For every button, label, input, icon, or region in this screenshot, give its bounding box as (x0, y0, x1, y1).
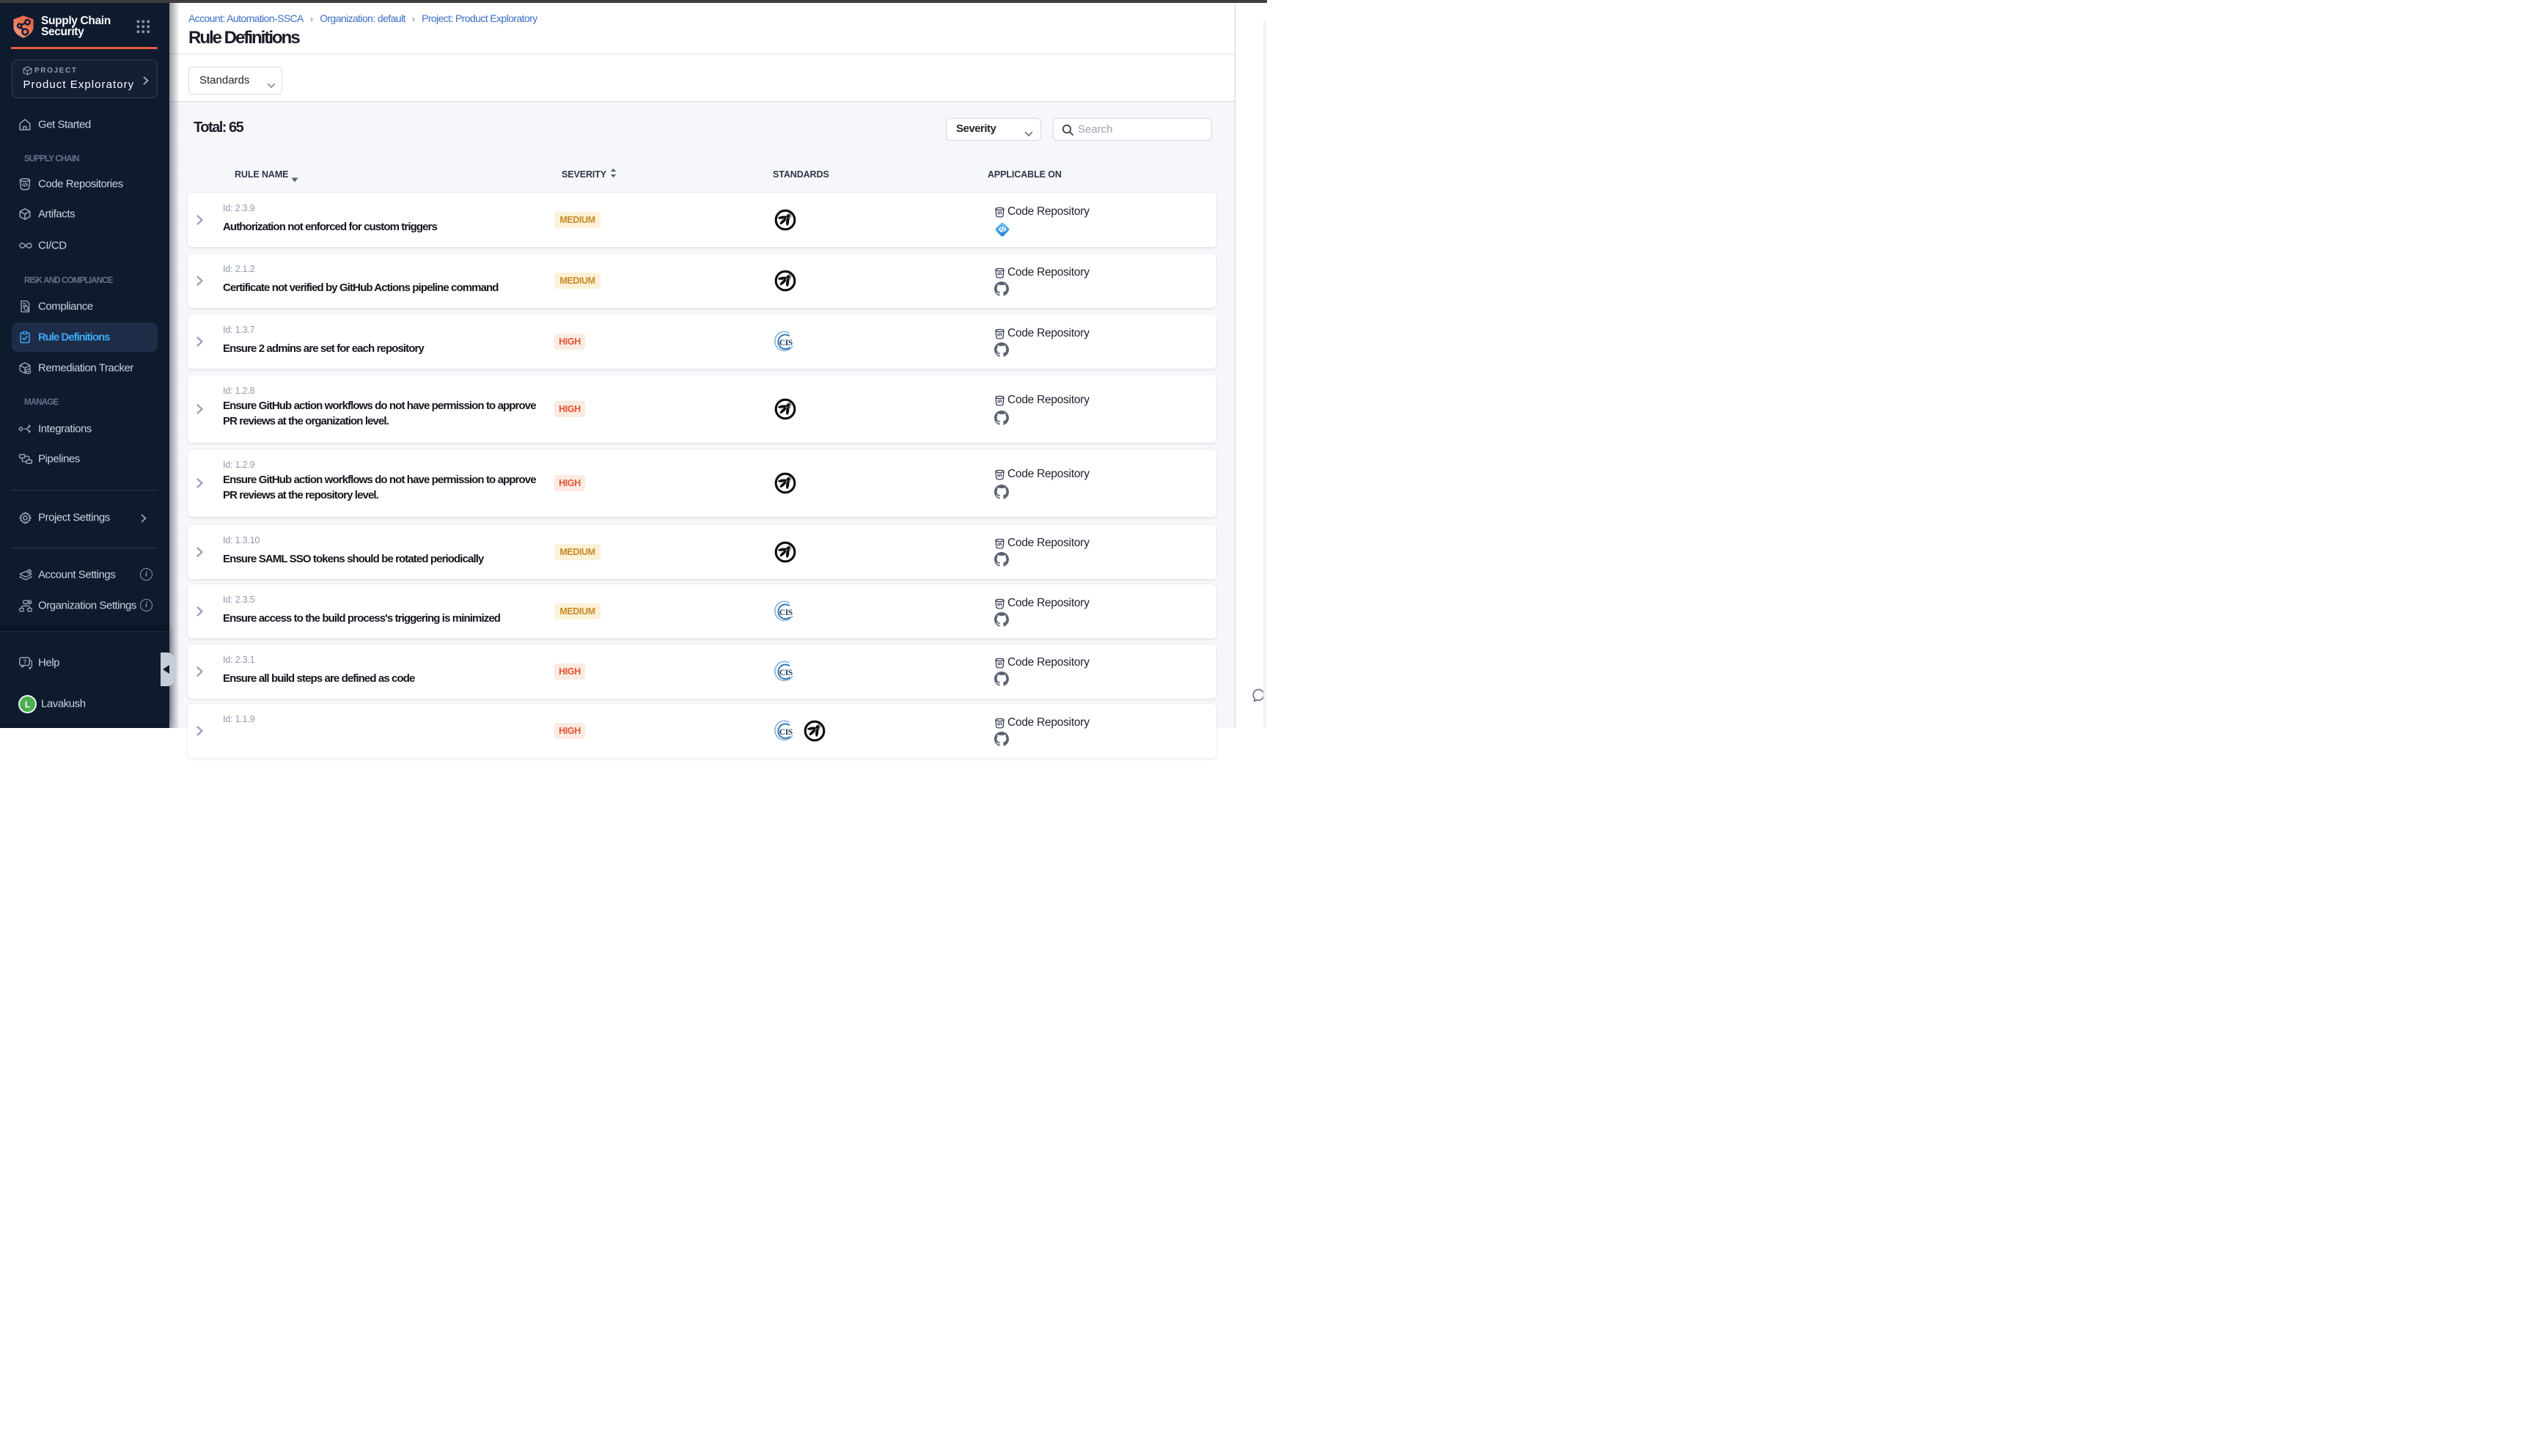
svg-text:CIS: CIS (779, 339, 793, 348)
svg-text:CIS: CIS (779, 669, 793, 677)
svg-text:CIS: CIS (779, 728, 793, 737)
svg-text:CIS: CIS (779, 608, 793, 617)
svg-text:?: ? (23, 658, 26, 665)
